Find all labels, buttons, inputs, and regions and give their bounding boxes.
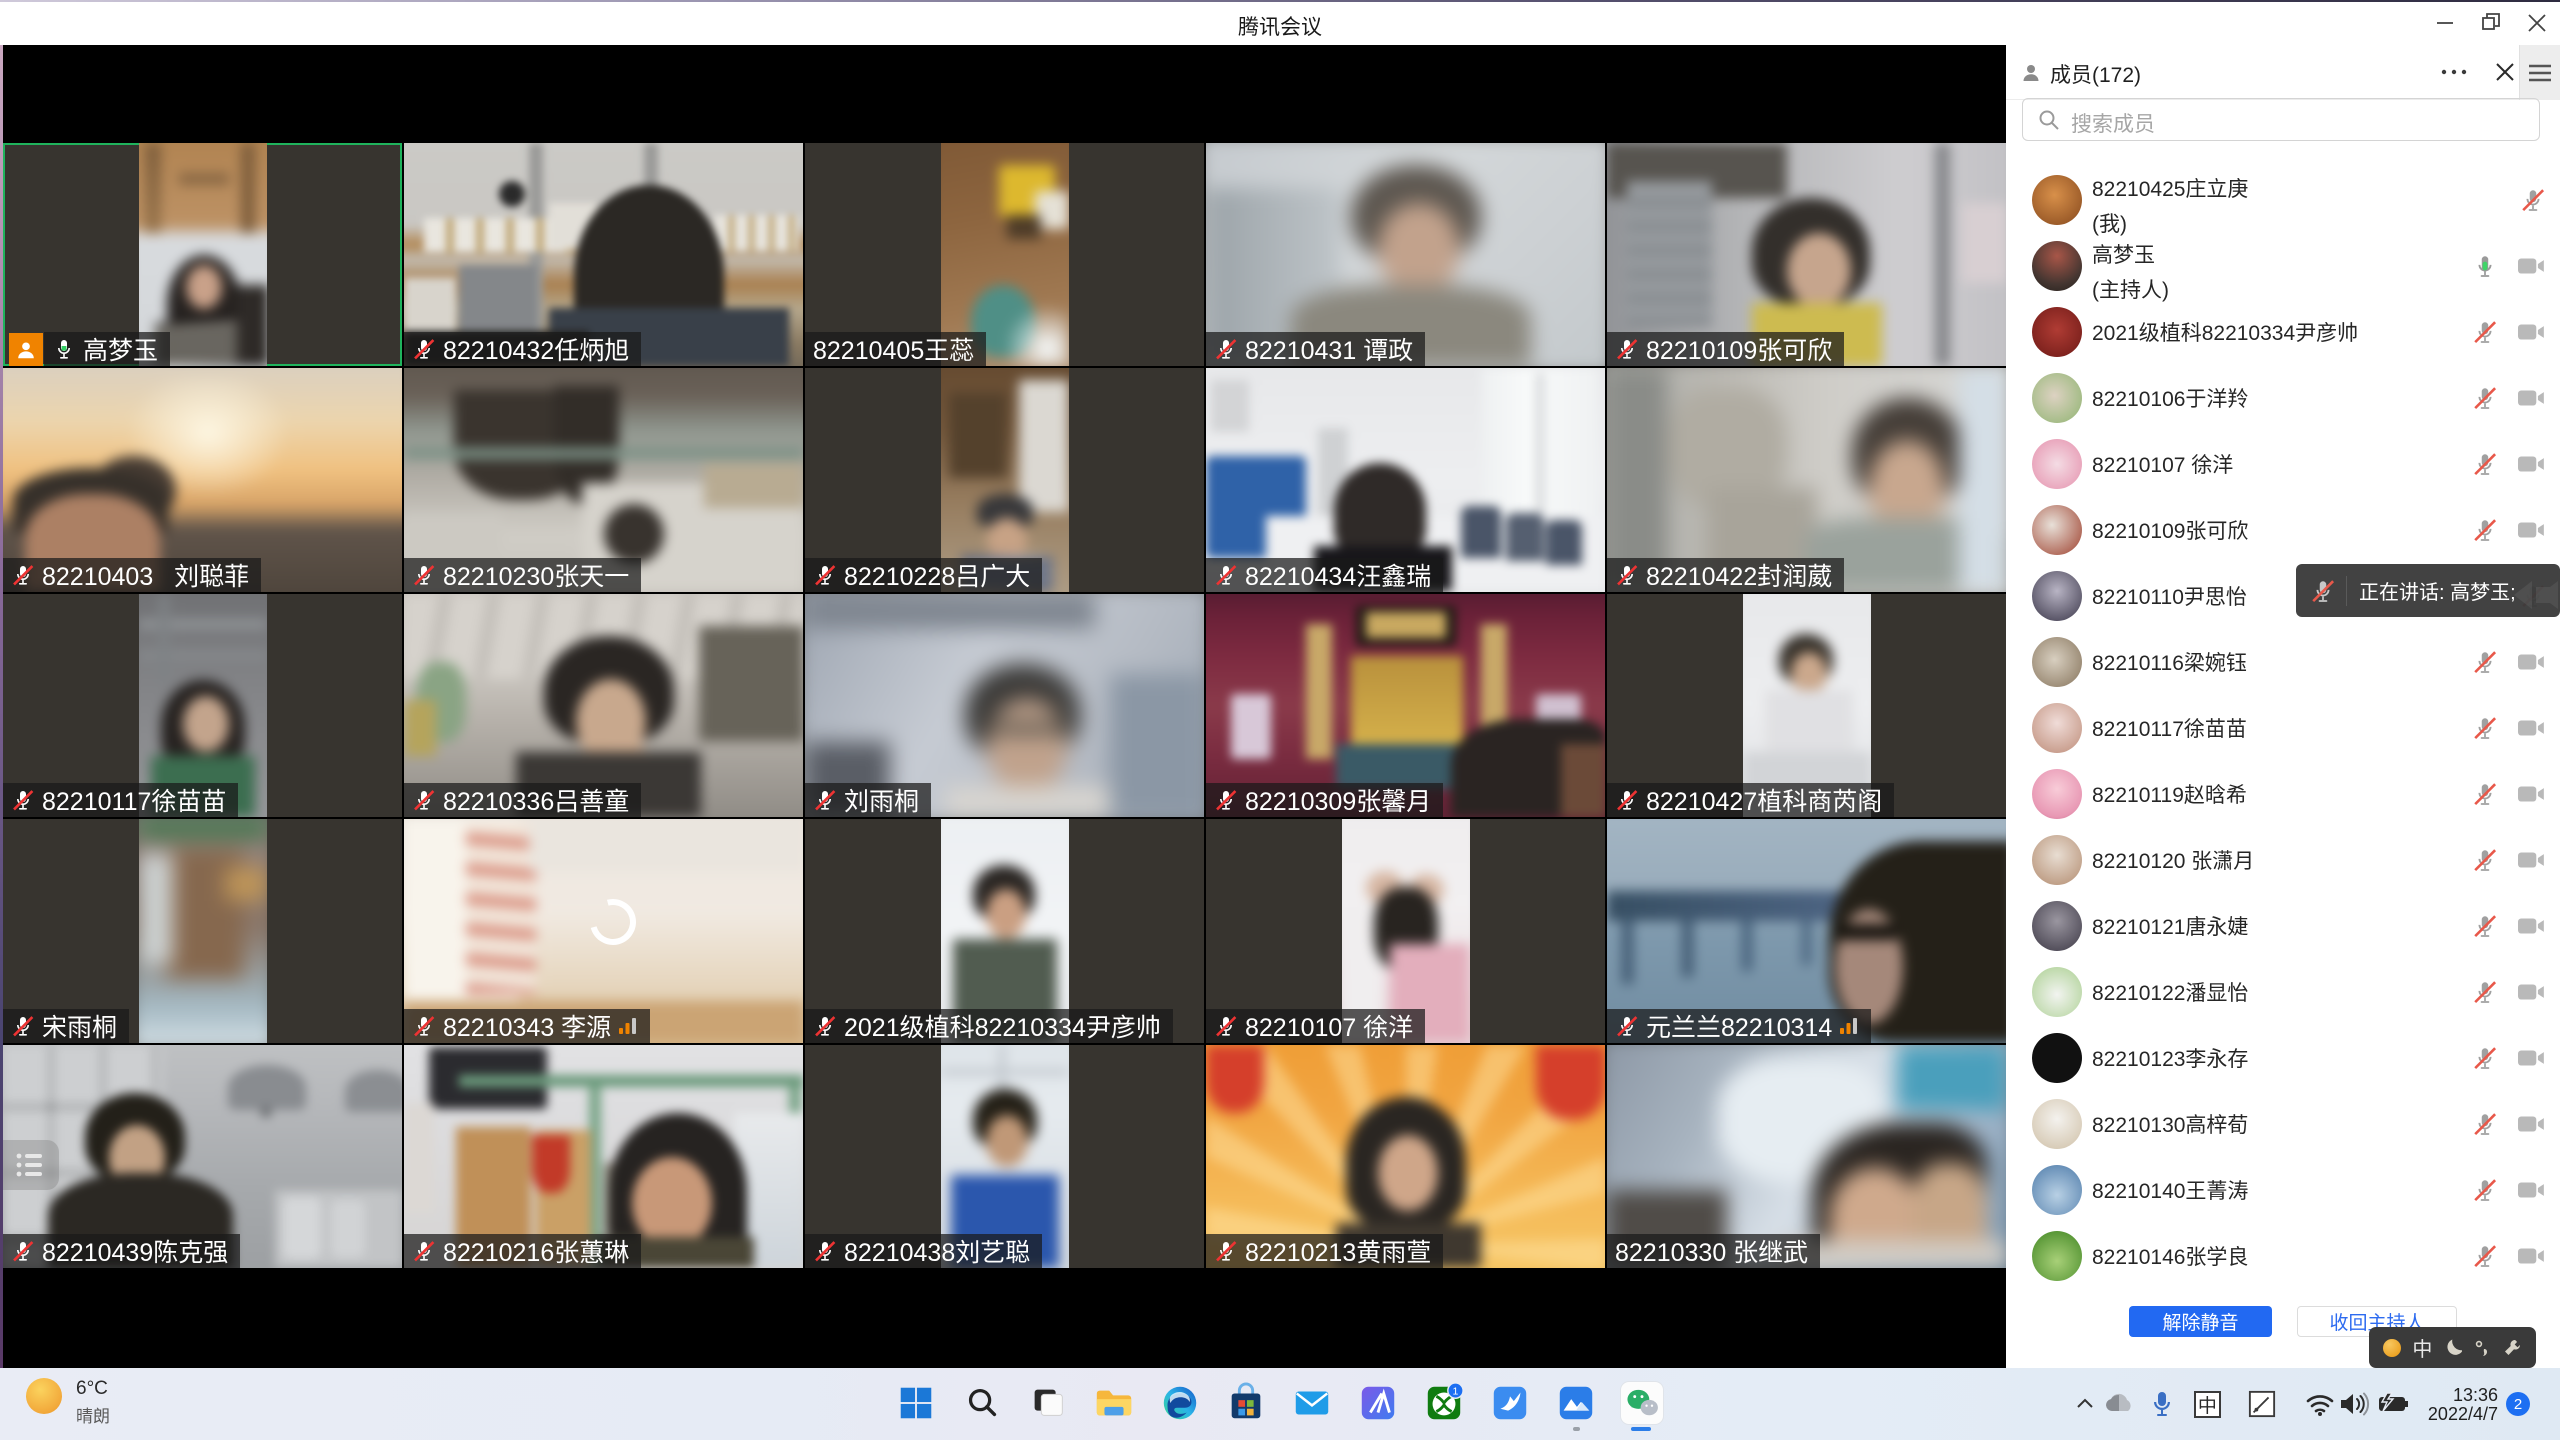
- svg-text:1: 1: [1453, 1385, 1459, 1397]
